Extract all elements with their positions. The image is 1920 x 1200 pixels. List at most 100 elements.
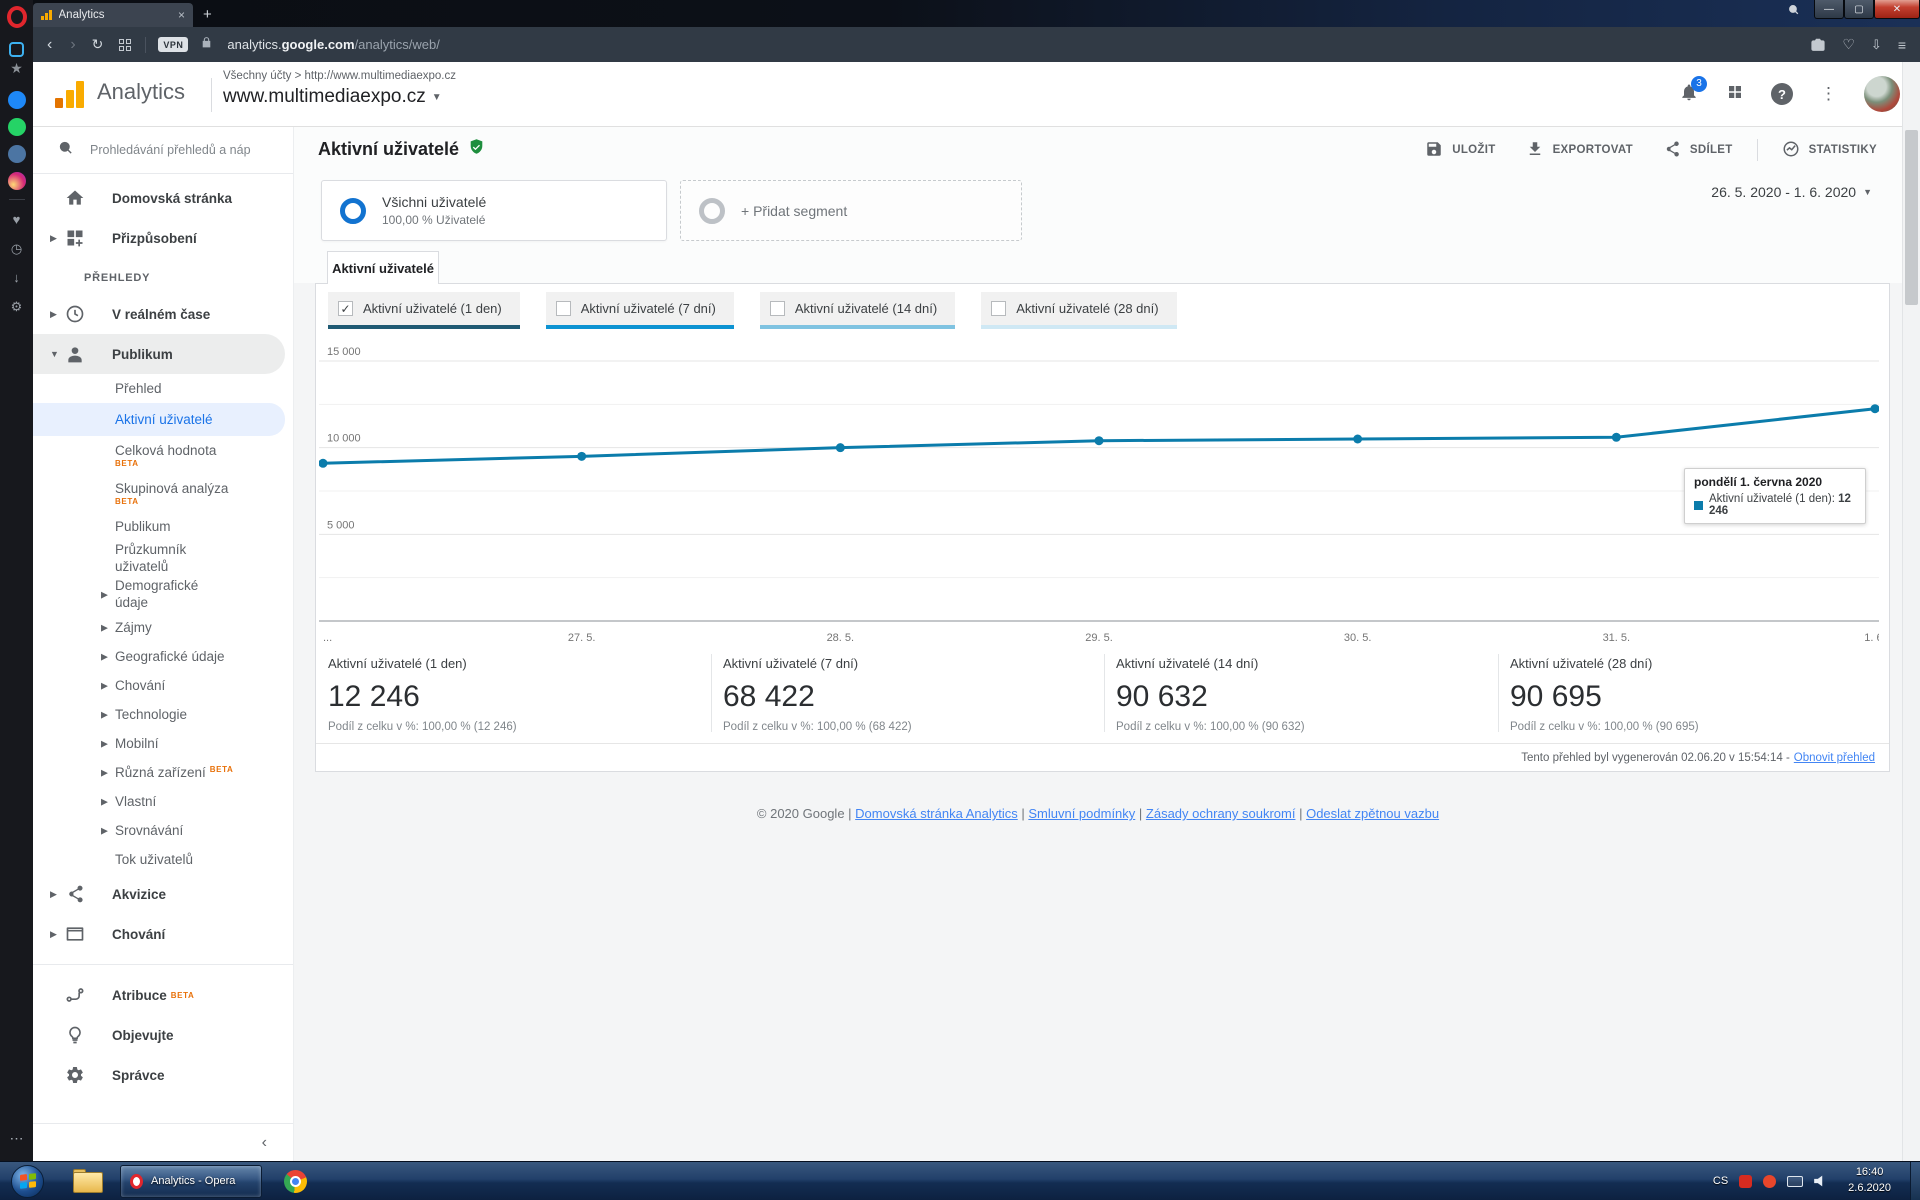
sidebar-item-aktivn-u-ivatel-[interactable]: Aktivní uživatelé xyxy=(33,403,285,436)
chevron-right-icon[interactable]: ▶ xyxy=(50,309,65,320)
toggle-aktivn-u-ivatel-7-dn-[interactable]: Aktivní uživatelé (7 dní) xyxy=(545,292,734,329)
sidebar-item-vlastn-[interactable]: ▶ Vlastní xyxy=(33,787,285,816)
sidebar-collapse-button[interactable]: ‹ xyxy=(33,1123,293,1161)
new-tab-button[interactable]: + xyxy=(203,6,212,23)
chevron-right-icon[interactable]: ▶ xyxy=(50,233,65,244)
history-icon[interactable]: ◷ xyxy=(7,239,26,258)
settings-gear-icon[interactable]: ⚙ xyxy=(7,297,26,316)
chevron-right-icon[interactable]: ▶ xyxy=(50,889,65,900)
volume-icon[interactable] xyxy=(1814,1175,1823,1187)
page-scrollbar[interactable] xyxy=(1902,62,1920,1161)
tab-active-users[interactable]: Aktivní uživatelé xyxy=(327,251,439,284)
sidebar-item-domovsk-str-nka[interactable]: Domovská stránka xyxy=(33,178,293,218)
forward-icon[interactable]: › xyxy=(70,36,75,54)
vk-icon[interactable] xyxy=(7,144,26,163)
opera-logo-icon[interactable] xyxy=(6,6,27,28)
instagram-icon[interactable] xyxy=(7,171,26,190)
explorer-taskbar-icon[interactable] xyxy=(73,1169,103,1193)
url-text[interactable]: analytics.google.com/analytics/web/ xyxy=(227,37,439,52)
sidebar-item-skupinov-anal-za[interactable]: Skupinová analýza BETA xyxy=(33,474,285,512)
snapshot-camera-icon[interactable] xyxy=(1810,37,1826,53)
sidebar-item-chov-n-[interactable]: ▶ Chování xyxy=(33,671,285,700)
messenger-icon[interactable] xyxy=(7,90,26,109)
window-search-icon[interactable] xyxy=(1787,3,1800,21)
toggle-aktivn-u-ivatel-1-den-[interactable]: ✓ Aktivní uživatelé (1 den) xyxy=(328,292,520,329)
checkbox-icon[interactable] xyxy=(555,301,571,316)
analytics-logo-icon[interactable] xyxy=(55,80,84,108)
segment-all-users[interactable]: Všichni uživatelé 100,00 % Uživatelé xyxy=(321,180,667,241)
keyboard-tray-icon[interactable] xyxy=(1787,1175,1804,1187)
bookmark-heart-icon[interactable]: ♡ xyxy=(1842,36,1855,53)
rail-more-icon[interactable]: ⋯ xyxy=(10,1130,24,1147)
checkbox-icon[interactable] xyxy=(769,301,785,316)
back-icon[interactable]: ‹ xyxy=(47,36,52,54)
sidebar-item-atribuce[interactable]: Atribuce BETA xyxy=(33,975,293,1015)
notifications-bell-icon[interactable]: 3 xyxy=(1679,75,1707,107)
scrollbar-thumb[interactable] xyxy=(1905,130,1918,305)
window-minimize-button[interactable]: — xyxy=(1814,0,1844,19)
lock-icon[interactable] xyxy=(200,36,213,54)
downloads-icon[interactable]: ↓ xyxy=(7,268,26,287)
sidebar-item-v-re-ln-m-ase[interactable]: ▶ V reálném čase xyxy=(33,294,293,334)
toggle-aktivn-u-ivatel-14-dn-[interactable]: Aktivní uživatelé (14 dní) xyxy=(759,292,956,329)
footer-link-z-sady-ochrany-soukrom-[interactable]: Zásady ochrany soukromí xyxy=(1146,806,1296,821)
date-range-selector[interactable]: 26. 5. 2020 - 1. 6. 2020 ▼ xyxy=(1711,184,1872,200)
download-button[interactable]: EXPORTOVAT xyxy=(1526,140,1633,161)
sidebar-item-akvizice[interactable]: ▶ Akvizice xyxy=(33,874,293,914)
account-breadcrumb[interactable]: Všechny účty > http://www.multimediaexpo… xyxy=(223,70,456,82)
sidebar-item-celkov-hodnota[interactable]: Celková hodnota BETA xyxy=(33,436,285,474)
chevron-right-icon[interactable]: ▶ xyxy=(50,929,65,940)
property-selector[interactable]: www.multimediaexpo.cz ▼ xyxy=(223,86,442,108)
sidebar-item-srovn-v-n-[interactable]: ▶ Srovnávání xyxy=(33,816,285,845)
whatsapp-icon[interactable] xyxy=(7,117,26,136)
more-options-icon[interactable]: ⋮ xyxy=(1820,84,1837,104)
start-button[interactable] xyxy=(11,1164,44,1198)
reload-icon[interactable]: ↻ xyxy=(92,36,104,53)
tab-tiles-icon[interactable] xyxy=(119,38,132,51)
checkbox-checked-icon[interactable]: ✓ xyxy=(338,301,353,316)
sidebar-item-demografick-daje[interactable]: ▶ Demografické údaje xyxy=(33,577,285,613)
browser-tab-analytics[interactable]: Analytics × xyxy=(33,3,193,27)
chrome-taskbar-icon[interactable] xyxy=(284,1169,307,1193)
footer-link-odeslat-zp-tnou-vazbu[interactable]: Odeslat zpětnou vazbu xyxy=(1306,806,1439,821)
refresh-report-link[interactable]: Obnovit přehled xyxy=(1794,752,1875,764)
sidebar-item-technologie[interactable]: ▶ Technologie xyxy=(33,700,285,729)
personal-news-heart-icon[interactable]: ♥ xyxy=(7,210,26,229)
footer-link-domovsk-str-nka-analytics[interactable]: Domovská stránka Analytics xyxy=(855,806,1018,821)
sidebar-item-tok-u-ivatel-[interactable]: Tok uživatelů xyxy=(33,845,285,874)
window-maximize-button[interactable]: ▢ xyxy=(1844,0,1874,19)
sidebar-item-p-ehled[interactable]: Přehled xyxy=(33,374,285,403)
line-chart[interactable]: 5 000 10 000 15 000... 27. 5. 28. 5. 29. 5. 30… xyxy=(318,344,1886,654)
bookmarks-star-icon[interactable]: ★ xyxy=(7,59,26,78)
easy-setup-icon[interactable]: ≡ xyxy=(1898,37,1906,53)
tray-app-icon-red[interactable] xyxy=(1739,1174,1753,1188)
analytics-product-name[interactable]: Analytics xyxy=(97,79,185,105)
tab-close-icon[interactable]: × xyxy=(178,8,185,22)
sidebar-item-p-izp-soben-[interactable]: ▶ Přizpůsobení xyxy=(33,218,293,258)
sidebar-search[interactable]: Prohledávání přehledů a náp xyxy=(33,127,293,174)
google-apps-grid-icon[interactable] xyxy=(1726,83,1744,106)
chevron-down-icon[interactable]: ▼ xyxy=(50,349,65,359)
sidebar-item-mobiln-[interactable]: ▶ Mobilní xyxy=(33,729,285,758)
user-avatar[interactable] xyxy=(1864,76,1900,112)
sidebar-item-r-zn-za-zen-[interactable]: ▶ Různá zařízení BETA xyxy=(33,758,285,787)
show-desktop-button[interactable] xyxy=(1910,1161,1920,1200)
opera-taskbar-button[interactable]: Analytics - Opera xyxy=(120,1164,262,1198)
help-icon[interactable]: ? xyxy=(1771,83,1793,105)
tray-app-icon-orange[interactable] xyxy=(1763,1174,1777,1188)
sidebar-item-spr-vce[interactable]: Správce xyxy=(33,1055,293,1095)
sidebar-item-chov-n-[interactable]: ▶ Chování xyxy=(33,914,293,954)
footer-link-smluvn-podm-nky[interactable]: Smluvní podmínky xyxy=(1028,806,1135,821)
sidebar-item-publikum[interactable]: ▼ Publikum xyxy=(33,334,285,374)
checkbox-icon[interactable] xyxy=(991,301,1007,316)
sidebar-item-objevujte[interactable]: Objevujte xyxy=(33,1015,293,1055)
window-close-button[interactable]: ✕ xyxy=(1874,0,1920,19)
vpn-badge[interactable]: VPN xyxy=(158,37,189,52)
save-button[interactable]: ULOŽIT xyxy=(1425,140,1495,161)
sharearr-button[interactable]: SDÍLET xyxy=(1663,140,1733,161)
speed-dial-icon[interactable] xyxy=(7,40,26,59)
sidebar-item-pr-zkumn-k-u-ivatel-[interactable]: Průzkumník uživatelů xyxy=(33,541,285,577)
add-segment-button[interactable]: + Přidat segment xyxy=(680,180,1022,241)
language-indicator[interactable]: CS xyxy=(1713,1175,1728,1187)
toggle-aktivn-u-ivatel-28-dn-[interactable]: Aktivní uživatelé (28 dní) xyxy=(981,292,1177,329)
